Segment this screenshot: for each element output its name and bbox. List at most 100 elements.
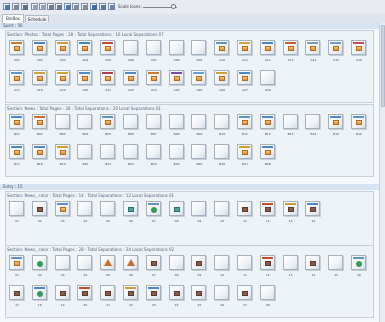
page-thumbnail[interactable]: 26 xyxy=(212,284,232,311)
zoom-in-button[interactable] xyxy=(39,3,46,10)
page-thumbnail[interactable]: A12 xyxy=(258,39,278,66)
page-thumbnail[interactable]: B06 xyxy=(121,113,141,140)
page-thumbnail[interactable]: 08 xyxy=(167,200,187,227)
page-thumbnail[interactable]: 02 xyxy=(30,254,50,281)
page-thumbnail[interactable]: 21 xyxy=(98,284,118,311)
page-thumbnail[interactable]: A16 xyxy=(349,39,369,66)
page-thumbnail[interactable]: A04 xyxy=(75,39,95,66)
page-thumbnail[interactable]: A19 xyxy=(53,69,73,96)
page-thumbnail[interactable]: B18 xyxy=(30,143,50,170)
page-thumbnail[interactable]: A26 xyxy=(212,69,232,96)
page-thumbnail[interactable]: B26 xyxy=(212,143,232,170)
page-thumbnail[interactable]: B15 xyxy=(326,113,346,140)
page-thumbnail[interactable]: 17 xyxy=(7,284,27,311)
layers-button[interactable] xyxy=(108,3,115,10)
scale-slider-handle[interactable] xyxy=(170,4,176,9)
page-thumbnail[interactable]: B13 xyxy=(281,113,301,140)
page-thumbnail[interactable]: 10 xyxy=(212,254,232,281)
page-thumbnail[interactable]: A11 xyxy=(235,39,255,66)
tab-binbox[interactable]: BinBox xyxy=(2,14,24,23)
print-button[interactable] xyxy=(72,3,79,10)
bar-chart-button[interactable] xyxy=(90,3,97,10)
page-thumbnail[interactable]: 22 xyxy=(121,284,141,311)
page-thumbnail[interactable]: 13 xyxy=(281,200,301,227)
page-thumbnail[interactable]: A10 xyxy=(212,39,232,66)
page-thumbnail[interactable]: 04 xyxy=(75,254,95,281)
page-thumbnail[interactable]: A23 xyxy=(144,69,164,96)
page-thumbnail[interactable]: 14 xyxy=(303,254,323,281)
page-thumbnail[interactable]: 15 xyxy=(326,254,346,281)
page-thumbnail[interactable]: A01 xyxy=(7,39,27,66)
page-thumbnail[interactable]: B27 xyxy=(235,143,255,170)
page-thumbnail[interactable]: A09 xyxy=(189,39,209,66)
page-thumbnail[interactable]: 19 xyxy=(53,284,73,311)
page-thumbnail[interactable]: B05 xyxy=(98,113,118,140)
page-thumbnail[interactable]: 06 xyxy=(121,254,141,281)
page-thumbnail[interactable]: B03 xyxy=(53,113,73,140)
page-thumbnail[interactable]: A14 xyxy=(303,39,323,66)
page-thumbnail[interactable]: B09 xyxy=(189,113,209,140)
page-thumbnail[interactable]: A02 xyxy=(30,39,50,66)
page-thumbnail[interactable]: A03 xyxy=(53,39,73,66)
page-thumbnail[interactable]: A18 xyxy=(30,69,50,96)
page-thumbnail[interactable]: A25 xyxy=(189,69,209,96)
page-thumbnail[interactable]: B01 xyxy=(7,113,27,140)
refresh-button[interactable] xyxy=(64,3,71,10)
zoom-out-button[interactable] xyxy=(31,3,38,10)
page-thumbnail[interactable]: 13 xyxy=(281,254,301,281)
page-thumbnail[interactable]: B22 xyxy=(121,143,141,170)
page-thumbnail[interactable]: B25 xyxy=(189,143,209,170)
page-thumbnail[interactable]: B19 xyxy=(53,143,73,170)
grid-view-button[interactable] xyxy=(3,3,10,10)
page-thumbnail[interactable]: 28 xyxy=(258,284,278,311)
page-thumbnail[interactable]: 05 xyxy=(98,200,118,227)
page-thumbnail[interactable]: 01 xyxy=(7,254,27,281)
redo-button[interactable] xyxy=(55,3,62,10)
page-thumbnail[interactable]: 12 xyxy=(258,200,278,227)
page-thumbnail[interactable]: 12 xyxy=(258,254,278,281)
page-thumbnail[interactable]: 20 xyxy=(75,284,95,311)
page-thumbnail[interactable]: A08 xyxy=(167,39,187,66)
page-thumbnail[interactable]: A21 xyxy=(98,69,118,96)
page-thumbnail[interactable]: 11 xyxy=(235,254,255,281)
page-thumbnail[interactable]: B20 xyxy=(75,143,95,170)
page-thumbnail[interactable]: A07 xyxy=(144,39,164,66)
page-thumbnail[interactable]: B23 xyxy=(144,143,164,170)
page-thumbnail[interactable]: A17 xyxy=(7,69,27,96)
page-thumbnail[interactable]: B28 xyxy=(258,143,278,170)
page-thumbnail[interactable]: 27 xyxy=(235,284,255,311)
table-button[interactable] xyxy=(99,3,106,10)
page-view-button[interactable] xyxy=(21,3,28,10)
page-thumbnail[interactable]: 25 xyxy=(189,284,209,311)
page-thumbnail[interactable]: A28 xyxy=(258,69,278,96)
page-thumbnail[interactable]: B17 xyxy=(7,143,27,170)
page-thumbnail[interactable]: B24 xyxy=(167,143,187,170)
page-thumbnail[interactable]: A22 xyxy=(121,69,141,96)
page-thumbnail[interactable]: 16 xyxy=(349,254,369,281)
undo-button[interactable] xyxy=(47,3,54,10)
page-thumbnail[interactable]: B02 xyxy=(30,113,50,140)
page-thumbnail[interactable]: B21 xyxy=(98,143,118,170)
page-thumbnail[interactable]: 09 xyxy=(189,200,209,227)
page-thumbnail[interactable]: B10 xyxy=(212,113,232,140)
page-thumbnail[interactable]: B12 xyxy=(258,113,278,140)
page-thumbnail[interactable]: B04 xyxy=(75,113,95,140)
scrollbar-thumb[interactable] xyxy=(381,25,385,107)
page-thumbnail[interactable]: A24 xyxy=(167,69,187,96)
page-thumbnail[interactable]: 24 xyxy=(167,284,187,311)
vertical-scrollbar[interactable] xyxy=(379,23,385,322)
page-thumbnail[interactable]: 23 xyxy=(144,284,164,311)
page-thumbnail[interactable]: B16 xyxy=(349,113,369,140)
page-thumbnail[interactable]: 04 xyxy=(75,200,95,227)
page-thumbnail[interactable]: 07 xyxy=(144,254,164,281)
list-view-button[interactable] xyxy=(12,3,19,10)
page-thumbnail[interactable]: 11 xyxy=(235,200,255,227)
page-thumbnail[interactable]: 06 xyxy=(121,200,141,227)
page-thumbnail[interactable]: 01 xyxy=(7,200,27,227)
page-thumbnail[interactable]: 03 xyxy=(53,254,73,281)
page-thumbnail[interactable]: B07 xyxy=(144,113,164,140)
page-thumbnail[interactable]: B11 xyxy=(235,113,255,140)
page-thumbnail[interactable]: A06 xyxy=(121,39,141,66)
page-thumbnail[interactable]: 08 xyxy=(167,254,187,281)
page-thumbnail[interactable]: 05 xyxy=(98,254,118,281)
